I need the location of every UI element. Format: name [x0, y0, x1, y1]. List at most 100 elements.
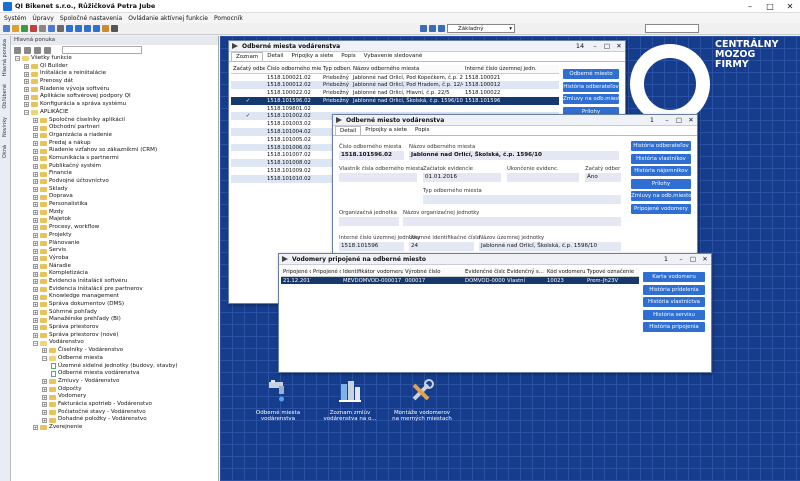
- tree-item[interactable]: + Majetok: [13, 216, 218, 224]
- expand-toggle-icon[interactable]: +: [33, 171, 38, 177]
- settings-icon[interactable]: [111, 25, 118, 32]
- menu-system[interactable]: Systém: [4, 15, 26, 22]
- prev-record-icon[interactable]: [75, 25, 82, 32]
- expand-toggle-icon[interactable]: +: [42, 394, 47, 400]
- service-point-number-field[interactable]: 1518.101596.02: [339, 151, 404, 160]
- collapse-toggle-icon[interactable]: −: [42, 356, 47, 362]
- expand-toggle-icon[interactable]: +: [33, 271, 38, 277]
- expand-toggle-icon[interactable]: +: [24, 94, 29, 100]
- expand-toggle-icon[interactable]: +: [33, 263, 38, 269]
- expand-toggle-icon[interactable]: +: [33, 256, 38, 262]
- checkbox-cell[interactable]: [231, 151, 265, 159]
- nav-search-input[interactable]: [62, 46, 142, 54]
- unit-name-field[interactable]: Jablonné nad Orlicí, Školská, č.p. 1596/…: [479, 242, 621, 251]
- expand-toggle-icon[interactable]: +: [33, 187, 38, 193]
- column-header[interactable]: Začatý odber: [231, 65, 265, 74]
- expand-toggle-icon[interactable]: +: [33, 325, 38, 331]
- expand-toggle-icon[interactable]: +: [33, 148, 38, 154]
- tree-item[interactable]: + Číselníky - Vodárenstvo: [13, 347, 218, 355]
- column-header[interactable]: Kód vodomeru: [545, 268, 585, 277]
- collapse-toggle-icon[interactable]: −: [15, 56, 20, 62]
- last-record-icon[interactable]: [93, 25, 100, 32]
- tile-meter-installations[interactable]: Montáže vodomerov na merných miestach: [392, 378, 452, 423]
- expand-toggle-icon[interactable]: +: [24, 71, 29, 77]
- table-row[interactable]: 21.12.2017 MEVDOMVOD-000017 000017 DOMVO…: [281, 276, 639, 285]
- tree-item[interactable]: + Zmluvy - Vodárenstvo: [13, 378, 218, 386]
- service-point-name-field[interactable]: Jablonné nad Orlicí, Školská, č.p. 1596/…: [409, 151, 619, 160]
- expand-toggle-icon[interactable]: +: [33, 333, 38, 339]
- table-row[interactable]: 1518.100012.02 Priebežný Jablonné nad Orli…: [231, 81, 559, 90]
- window-connected-meters[interactable]: Vodomery pripojené na odberné miesto 1 –…: [278, 253, 712, 373]
- expand-toggle-icon[interactable]: +: [42, 409, 47, 415]
- attach-icon[interactable]: [102, 25, 109, 32]
- window-title-bar[interactable]: Vodomery pripojené na odberné miesto 1 –…: [279, 254, 711, 265]
- tree-item[interactable]: + Správa priestorov (nové): [13, 332, 218, 340]
- expand-toggle-icon[interactable]: +: [33, 179, 38, 185]
- expand-icon[interactable]: [14, 46, 21, 54]
- tree-item[interactable]: + Fakturácia spotrieb - Vodárenstvo: [13, 401, 218, 409]
- column-header[interactable]: Interné číslo územnej jedn.: [463, 65, 559, 74]
- tree-item[interactable]: + Spoločné číselníky aplikácií: [13, 117, 218, 125]
- tab-detail[interactable]: Detail: [335, 126, 362, 135]
- maximize-icon[interactable]: □: [673, 116, 685, 124]
- checkbox-cell[interactable]: [231, 128, 265, 136]
- minimize-icon[interactable]: –: [661, 116, 673, 124]
- checkbox-cell[interactable]: [231, 143, 265, 152]
- tree-item[interactable]: + Evidencia inštalácií softvéru: [13, 278, 218, 286]
- tree-item[interactable]: − APLIKÁCIE: [13, 109, 218, 117]
- collapse-icon[interactable]: [24, 46, 31, 54]
- expand-toggle-icon[interactable]: +: [33, 425, 38, 431]
- expand-toggle-icon[interactable]: +: [33, 233, 38, 239]
- expand-toggle-icon[interactable]: +: [33, 317, 38, 323]
- column-header[interactable]: Identifikátor vodomeru: [341, 268, 403, 277]
- territorial-id-field[interactable]: 24: [409, 242, 474, 251]
- contracts-button[interactable]: Zmluvy na odb.miesto: [631, 191, 691, 201]
- tree-item[interactable]: + Kompletizácia: [13, 270, 218, 278]
- expand-toggle-icon[interactable]: +: [33, 225, 38, 231]
- tab-windows[interactable]: Okná: [2, 145, 8, 158]
- tab-list[interactable]: Zoznam: [231, 52, 264, 61]
- star-icon[interactable]: [34, 46, 41, 54]
- connection-history-button[interactable]: História pripojenia: [643, 322, 705, 332]
- connected-meters-button[interactable]: Pripojené vodomery: [631, 203, 691, 214]
- menu-common-settings[interactable]: Spoločné nastavenia: [60, 15, 122, 22]
- org-unit-name-field[interactable]: [403, 217, 621, 226]
- maximize-icon[interactable]: □: [760, 2, 780, 11]
- copy-icon[interactable]: [57, 25, 64, 32]
- customer-history-button[interactable]: História odberateľov: [631, 141, 691, 151]
- tree-item[interactable]: + Doprava: [13, 193, 218, 201]
- first-record-icon[interactable]: [66, 25, 73, 32]
- expand-toggle-icon[interactable]: +: [24, 102, 29, 108]
- expand-toggle-icon[interactable]: +: [33, 202, 38, 208]
- new-icon[interactable]: [3, 25, 10, 32]
- attachments-button[interactable]: Prílohy: [631, 178, 691, 189]
- column-header[interactable]: Názov odberného miesta: [351, 65, 463, 74]
- tree-item[interactable]: + Správa priestorov: [13, 324, 218, 332]
- tree-item[interactable]: + Procesy, workflow: [13, 224, 218, 232]
- checkbox-cell[interactable]: [231, 105, 265, 113]
- service-point-button[interactable]: Odberné miesto: [563, 69, 619, 79]
- tree-item[interactable]: + Obchodní partneri: [13, 124, 218, 132]
- checkbox-cell[interactable]: ✓: [231, 96, 265, 105]
- close-icon[interactable]: ✕: [613, 42, 625, 50]
- tree-item[interactable]: + Plánovanie: [13, 240, 218, 248]
- window-title-bar[interactable]: Odberné miesta vodárenstva 14 – □ ✕: [229, 41, 625, 52]
- maximize-icon[interactable]: □: [687, 255, 699, 263]
- tile-contracts[interactable]: Zoznam zmlúv vodárenstva na o...: [320, 378, 380, 423]
- expand-toggle-icon[interactable]: +: [33, 117, 38, 123]
- expand-toggle-icon[interactable]: +: [33, 133, 38, 139]
- tree-item[interactable]: + Správa dokumentov (DMS): [13, 301, 218, 309]
- tab-main-menu[interactable]: Hlavná ponuka: [2, 39, 8, 76]
- menu-edit[interactable]: Úpravy: [32, 15, 53, 22]
- column-header[interactable]: Typové označenie: [585, 268, 639, 277]
- meter-card-button[interactable]: Karta vodomeru: [643, 272, 705, 282]
- tree-item[interactable]: + Aplikácie softvérovej podpory QI: [13, 93, 218, 101]
- close-icon[interactable]: ✕: [685, 116, 697, 124]
- expand-toggle-icon[interactable]: +: [33, 240, 38, 246]
- allocation-history-button[interactable]: História prídelenia: [643, 284, 705, 295]
- tree-item[interactable]: + Náradie: [13, 263, 218, 271]
- tree-item[interactable]: + Zverejnenie: [13, 424, 218, 432]
- column-header[interactable]: Typ odberu: [321, 65, 351, 74]
- expand-toggle-icon[interactable]: +: [42, 402, 47, 408]
- tree-item[interactable]: + Knowledge management: [13, 293, 218, 301]
